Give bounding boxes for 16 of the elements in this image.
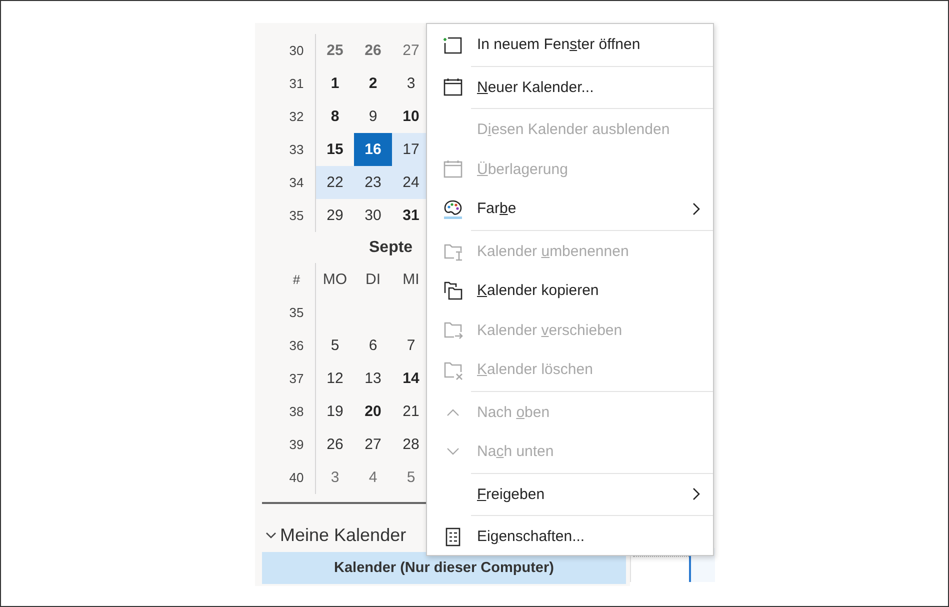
month-title: Septe [369,238,413,256]
week-number: 36 [280,329,316,362]
weekday-header: MI [402,270,420,290]
week-number: 32 [280,100,316,133]
week-number: 33 [280,133,316,166]
week-column-header: # [280,263,316,296]
week-number: 30 [280,34,316,67]
week-number: 31 [280,67,316,100]
week-number: 39 [280,428,316,461]
week-number: 35 [280,296,316,329]
weekday-header: MO [322,270,348,290]
week-number: 37 [280,362,316,395]
week-number: 38 [280,395,316,428]
week-number: 35 [280,199,316,232]
week-number: 40 [280,461,316,494]
weekday-header: DI [364,270,382,290]
